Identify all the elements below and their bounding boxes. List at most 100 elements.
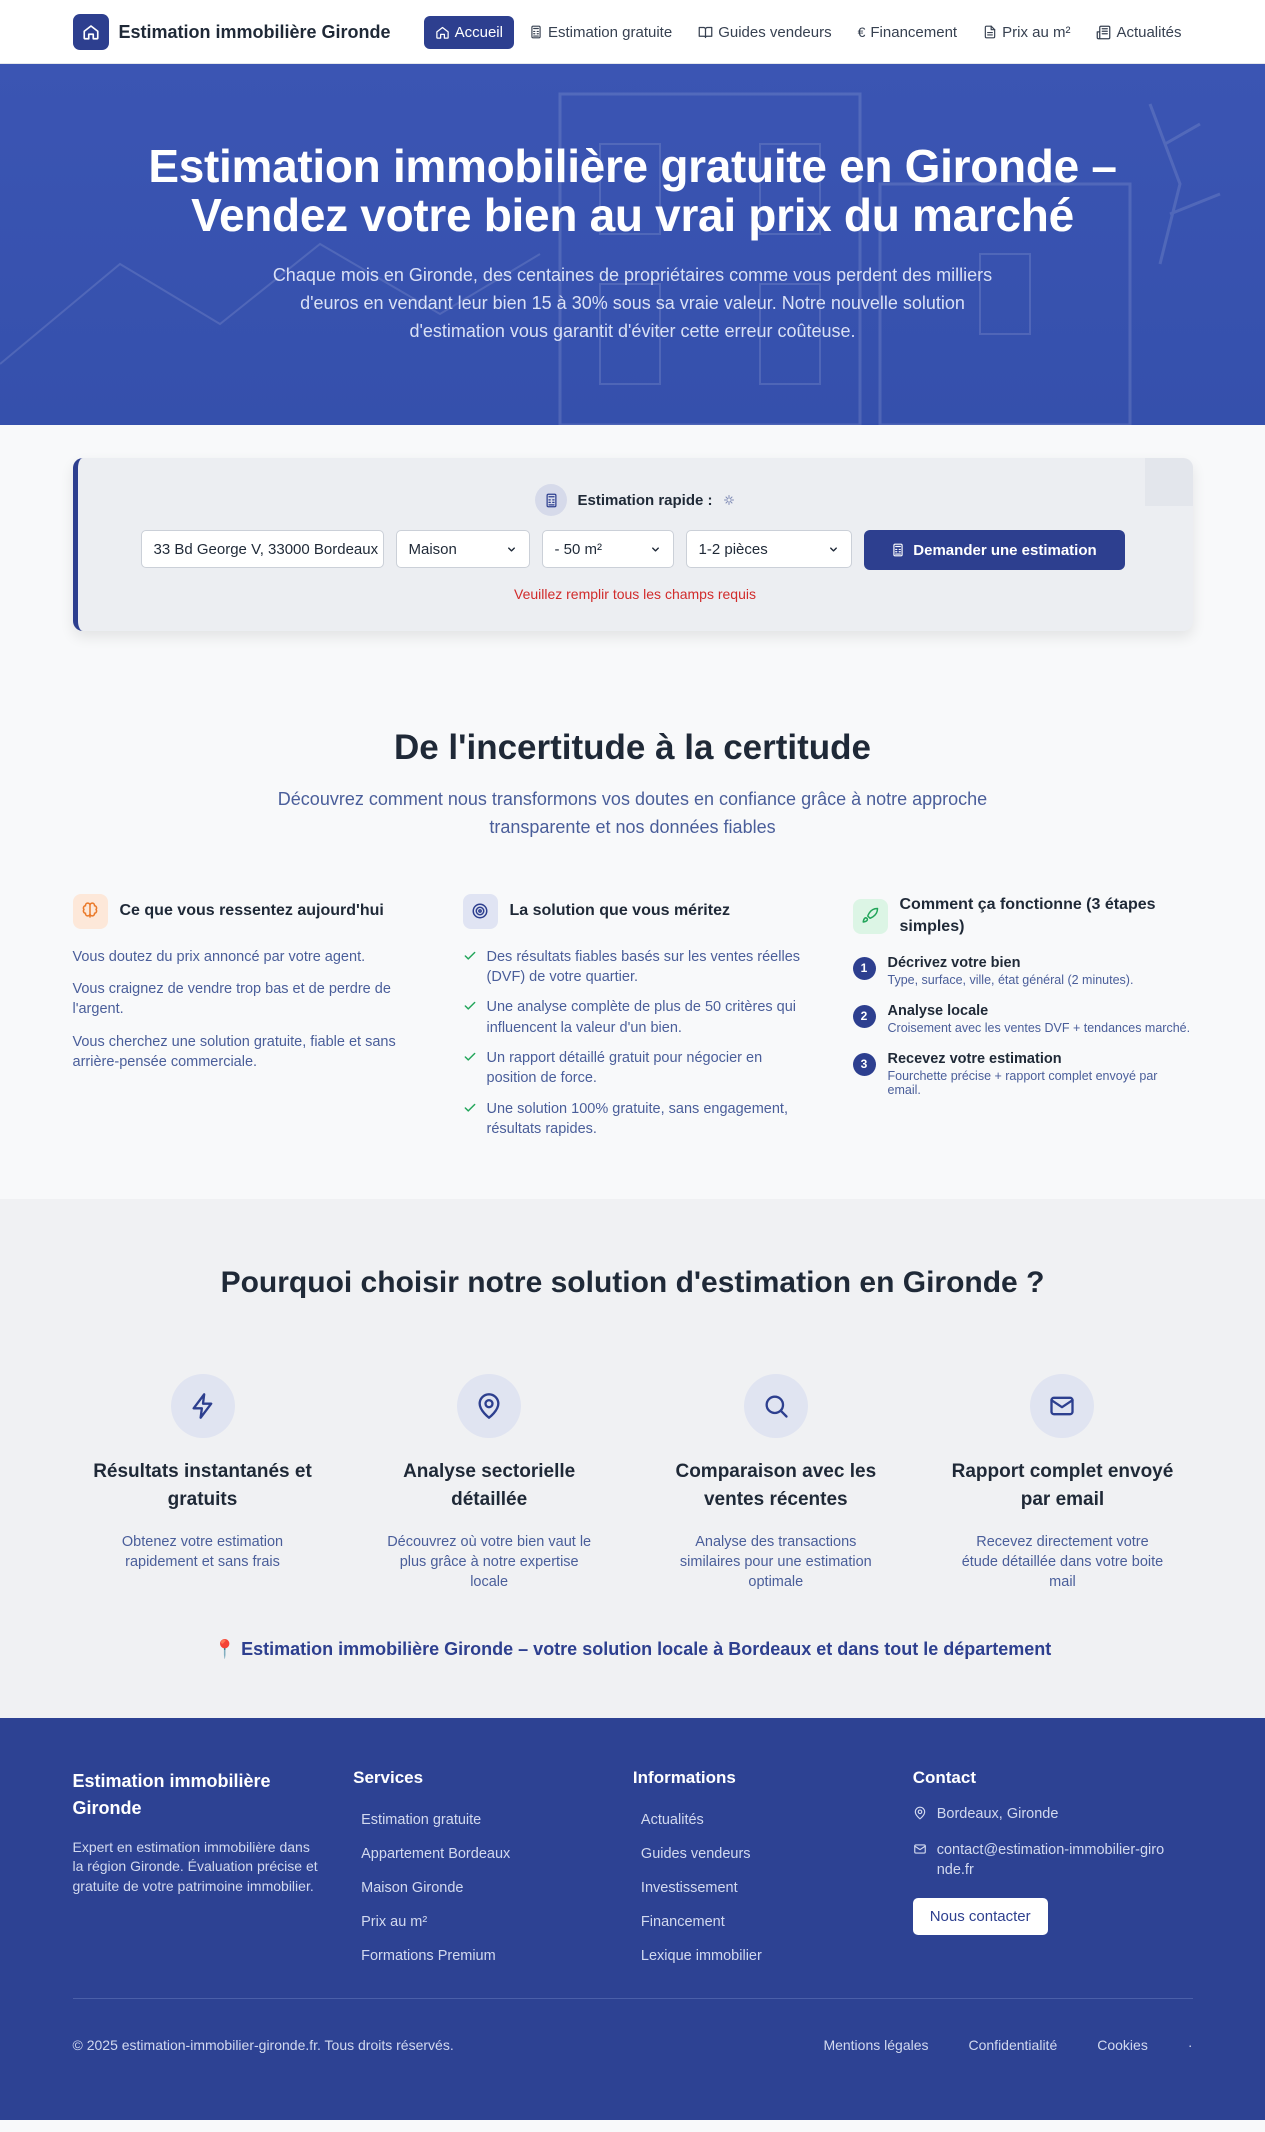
hero-title: Estimation immobilière gratuite en Giron… xyxy=(148,140,1117,242)
footer-link-financement[interactable]: Financement xyxy=(633,1914,913,1930)
footer-link-actualites[interactable]: Actualités xyxy=(633,1812,913,1828)
book-icon xyxy=(698,26,713,38)
estimate-form: 33 Bd George V, 33000 Bordeaux Maison - … xyxy=(140,530,1125,570)
main-menu: Accueil Estimation gratuite Guides vende… xyxy=(423,15,1193,49)
feature-title: Résultats instantanés et gratuits xyxy=(93,1461,312,1510)
certainty-subtitle: Découvrez comment nous transformons vos … xyxy=(277,789,988,837)
nav-item-accueil[interactable]: Accueil xyxy=(423,15,514,49)
nav-item-label: Financement xyxy=(870,23,958,41)
feature-desc: Recevez directement votre étude détaillé… xyxy=(961,1533,1164,1591)
footer-link-prix-m2[interactable]: Prix au m² xyxy=(353,1914,633,1930)
step-number: 3 xyxy=(852,1052,876,1076)
footer-link-investissement[interactable]: Investissement xyxy=(633,1880,913,1896)
contact-us-button[interactable]: Nous contacter xyxy=(912,1898,1048,1936)
newspaper-icon xyxy=(1097,25,1111,39)
legal-link-cookies[interactable]: Cookies xyxy=(1097,2037,1148,2053)
solution-column: La solution que vous méritez Des résulta… xyxy=(462,893,803,1140)
footer-location-text: Bordeaux, Gironde xyxy=(936,1805,1059,1822)
feature-title: Comparaison avec les ventes récentes xyxy=(675,1461,877,1510)
mail-icon xyxy=(913,1844,926,1854)
feel-item: Vous cherchez une solution gratuite, fia… xyxy=(72,1033,396,1070)
footer-services-title: Services xyxy=(353,1767,424,1787)
property-type-select[interactable]: Maison xyxy=(395,530,530,568)
why-title: Pourquoi choisir notre solution d'estima… xyxy=(220,1266,1045,1300)
chevron-down-icon xyxy=(829,546,837,552)
step-desc: Fourchette précise + rapport complet env… xyxy=(887,1068,1158,1097)
steps-column: Comment ça fonctionne (3 étapes simples)… xyxy=(852,894,1193,1139)
feature-desc: Analyse des transactions similaires pour… xyxy=(679,1533,872,1591)
certainty-section: De l'incertitude à la certitude Découvre… xyxy=(0,631,1265,1199)
nav-item-prix-m2[interactable]: Prix au m² xyxy=(972,16,1081,49)
property-type-value: Maison xyxy=(408,540,457,558)
certainty-title: De l'incertitude à la certitude xyxy=(393,728,872,767)
quick-estimate-header: Estimation rapide : xyxy=(78,484,1193,516)
brand-name: Estimation immobilière Gironde xyxy=(118,21,391,42)
form-error-message: Veuillez remplir tous les champs requis xyxy=(514,586,756,602)
step-item: 1 Décrivez votre bien Type, surface, vil… xyxy=(852,954,1193,987)
solution-item-text: Un rapport détaillé gratuit pour négocie… xyxy=(486,1049,763,1087)
feature-desc: Obtenez votre estimation rapidement et s… xyxy=(121,1533,284,1570)
feature-desc: Découvrez où votre bien vaut le plus grâ… xyxy=(387,1533,592,1591)
address-input[interactable]: 33 Bd George V, 33000 Bordeaux xyxy=(140,530,384,568)
check-icon xyxy=(464,951,475,960)
legal-link-mentions[interactable]: Mentions légales xyxy=(823,2037,928,2053)
footer-link-estimation-gratuite[interactable]: Estimation gratuite xyxy=(353,1812,633,1828)
feature-card: Résultats instantanés et gratuits Obtene… xyxy=(60,1374,346,1592)
chevron-down-icon xyxy=(651,546,659,552)
map-pin-icon xyxy=(914,1806,925,1819)
feel-column: Ce que vous ressentez aujourd'hui Vous d… xyxy=(72,893,413,1139)
nav-item-label: Guides vendeurs xyxy=(718,23,832,41)
footer-link-appartement-bordeaux[interactable]: Appartement Bordeaux xyxy=(353,1846,633,1862)
rooms-value: 1-2 pièces xyxy=(698,540,768,558)
solution-item: Des résultats fiables basés sur les vent… xyxy=(463,947,803,988)
solution-item-text: Une analyse complète de plus de 50 critè… xyxy=(486,999,797,1036)
nav-item-label: Estimation gratuite xyxy=(547,23,673,41)
footer-link-maison-gironde[interactable]: Maison Gironde xyxy=(353,1880,633,1896)
solution-item-text: Une solution 100% gratuite, sans engagem… xyxy=(486,1100,788,1137)
feature-card: Comparaison avec les ventes récentes Ana… xyxy=(633,1374,919,1592)
brain-icon xyxy=(72,893,108,929)
footer-info-title: Informations xyxy=(632,1767,736,1787)
request-estimate-label: Demander une estimation xyxy=(913,541,1097,559)
nav-item-actualites[interactable]: Actualités xyxy=(1085,16,1192,49)
feel-title: Ce que vous ressentez aujourd'hui xyxy=(119,902,384,920)
surface-select[interactable]: - 50 m² xyxy=(541,530,674,568)
rooms-select[interactable]: 1-2 pièces xyxy=(685,530,852,568)
step-title: Analyse locale xyxy=(887,1002,989,1019)
home-logo-icon xyxy=(72,14,109,50)
nav-item-guides-vendeurs[interactable]: Guides vendeurs xyxy=(687,16,842,49)
step-number: 1 xyxy=(852,956,876,980)
solution-item: Une solution 100% gratuite, sans engagem… xyxy=(463,1099,803,1140)
estimate-section: Estimation rapide : 33 Bd George V, 3300… xyxy=(0,425,1265,631)
nav-item-financement[interactable]: € Financement xyxy=(847,16,969,49)
step-item: 3 Recevez votre estimation Fourchette pr… xyxy=(852,1051,1193,1097)
request-estimate-button[interactable]: Demander une estimation xyxy=(863,530,1125,570)
footer-link-guides-vendeurs[interactable]: Guides vendeurs xyxy=(633,1846,913,1862)
solution-item: Un rapport détaillé gratuit pour négocie… xyxy=(463,1048,803,1089)
top-navigation: Estimation immobilière Gironde Accueil E… xyxy=(0,0,1265,64)
nav-item-estimation-gratuite[interactable]: Estimation gratuite xyxy=(518,16,683,49)
steps-title: Comment ça fonctionne (3 étapes simples) xyxy=(899,895,1156,936)
footer-link-lexique[interactable]: Lexique immobilier xyxy=(633,1948,913,1964)
check-icon xyxy=(464,1052,475,1061)
feel-item: Vous craignez de vendre trop bas et de p… xyxy=(72,981,391,1018)
footer-brand: Estimation immobilière Gironde xyxy=(72,1770,271,1818)
target-icon xyxy=(462,893,498,929)
footer-email[interactable]: contact@estimation-immobilier-gironde.fr xyxy=(913,1840,1193,1881)
footer-dot: · xyxy=(1187,2036,1193,2053)
footer-link-formations-premium[interactable]: Formations Premium xyxy=(353,1948,633,1964)
address-value: 33 Bd George V, 33000 Bordeaux xyxy=(153,540,379,558)
lightning-icon xyxy=(170,1374,235,1439)
map-pin-icon xyxy=(457,1374,522,1439)
step-number: 2 xyxy=(852,1004,876,1028)
check-icon xyxy=(464,1002,475,1011)
solution-item: Une analyse complète de plus de 50 critè… xyxy=(463,997,803,1038)
calculator-icon xyxy=(893,543,903,557)
legal-link-confidentialite[interactable]: Confidentialité xyxy=(969,2037,1058,2053)
sparkle-icon xyxy=(723,495,734,505)
check-icon xyxy=(464,1103,475,1112)
step-title: Décrivez votre bien xyxy=(887,954,1021,971)
feature-title: Rapport complet envoyé par email xyxy=(951,1461,1174,1510)
brand[interactable]: Estimation immobilière Gironde xyxy=(72,14,391,50)
nav-item-label: Prix au m² xyxy=(1002,23,1071,41)
